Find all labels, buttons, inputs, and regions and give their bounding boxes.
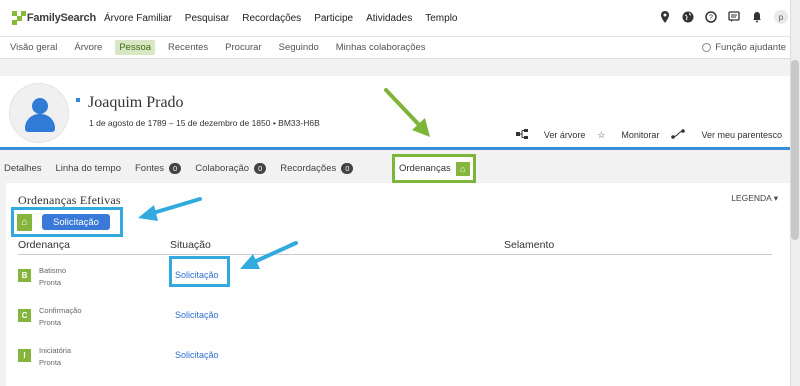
page-scrollbar[interactable] (790, 0, 800, 386)
helper-icon (702, 43, 712, 52)
legend-label: LEGENDA (731, 193, 772, 203)
nav-recordacoes[interactable]: Recordações (242, 13, 301, 24)
ordinance-name: Confirmação (39, 306, 82, 315)
person-card: Joaquim Prado 1 de agosto de 1789 – 15 d… (0, 76, 800, 150)
section-title: Ordenanças Efetivas (18, 193, 121, 207)
col-situacao: Situação (170, 239, 211, 251)
subnav-recentes[interactable]: Recentes (164, 40, 212, 55)
view-tree-link[interactable]: Ver árvore (515, 129, 586, 141)
person-vitals: 1 de agosto de 1789 – 15 de dezembro de … (89, 118, 320, 128)
nav-templo[interactable]: Templo (425, 13, 457, 24)
portrait-head (32, 98, 48, 114)
top-icons: ? p (649, 10, 788, 24)
ordinance-status: Pronta (39, 278, 62, 287)
table-row: C Confirmação Pronta Solicitação (18, 306, 772, 340)
ordinance-status: Pronta (39, 318, 62, 327)
nav-participe[interactable]: Participe (314, 13, 353, 24)
tab-label: Fontes (135, 162, 165, 174)
helper-label: Função ajudante (715, 42, 786, 53)
tab-label: Ordenanças (399, 163, 451, 174)
person-actions: Ver árvore ☆ Monitorar Ver meu parentesc… (504, 129, 782, 141)
ordinance-status: Pronta (39, 358, 62, 367)
tree-subnav: Visão geral Árvore Pessoa Recentes Procu… (0, 37, 800, 59)
location-pin-icon[interactable] (658, 10, 672, 24)
count-badge: 0 (254, 162, 267, 174)
helper-function-link[interactable]: Função ajudante (702, 42, 786, 53)
nav-arvore-familiar[interactable]: Árvore Familiar (104, 13, 172, 24)
header-divider (18, 254, 772, 255)
subnav-procurar[interactable]: Procurar (221, 40, 265, 55)
count-badge: 0 (169, 162, 182, 174)
caret-down-icon: ▾ (773, 193, 778, 203)
tab-detalhes[interactable]: Detalhes (4, 163, 42, 174)
monitor-label: Monitorar (621, 130, 660, 140)
relationship-icon (671, 129, 686, 141)
familysearch-logo[interactable]: FamilySearch (12, 11, 96, 25)
request-link[interactable]: Solicitação (175, 350, 219, 360)
highlight-box (169, 256, 230, 287)
tab-label: Detalhes (4, 162, 42, 174)
subnav-seguindo[interactable]: Seguindo (275, 40, 323, 55)
tab-ordenancas[interactable]: Ordenanças ⌂ (392, 154, 476, 183)
ordinances-panel: Ordenanças Efetivas LEGENDA ▾ ⌂ Solicita… (6, 183, 790, 386)
globe-icon[interactable] (681, 10, 695, 24)
tab-label: Recordações (280, 162, 337, 174)
relationship-link[interactable]: Ver meu parentesco (671, 129, 782, 141)
tab-linha-do-tempo[interactable]: Linha do tempo (56, 163, 122, 174)
tree-view-icon (515, 129, 528, 141)
nav-pesquisar[interactable]: Pesquisar (185, 13, 229, 24)
person-portrait[interactable] (9, 83, 69, 143)
tab-recordacoes[interactable]: Recordações 0 (280, 162, 354, 174)
legend-dropdown[interactable]: LEGENDA ▾ (731, 193, 778, 204)
main-nav: Árvore Familiar Pesquisar Recordações Pa… (104, 13, 470, 24)
ordinance-name: Iniciatória (39, 346, 72, 355)
person-name: Joaquim Prado (88, 94, 184, 111)
monitor-link[interactable]: ☆ Monitorar (597, 129, 659, 141)
tab-fontes[interactable]: Fontes 0 (135, 162, 182, 174)
col-ordenanca: Ordenança (18, 239, 70, 251)
tab-label: Colaboração (195, 162, 250, 174)
subnav-pessoa[interactable]: Pessoa (115, 40, 156, 55)
request-box: ⌂ Solicitação (11, 207, 123, 237)
subnav-visao-geral[interactable]: Visão geral (6, 40, 61, 55)
table-row: B Batismo Pronta Solicitação (18, 266, 772, 300)
scroll-thumb[interactable] (791, 60, 799, 240)
ordinance-letter-icon: B (18, 269, 31, 282)
top-nav-bar: FamilySearch Árvore Familiar Pesquisar R… (0, 0, 800, 37)
star-icon: ☆ (597, 129, 606, 140)
count-badge: 0 (341, 162, 354, 174)
request-button[interactable]: Solicitação (42, 214, 110, 230)
logo-text: FamilySearch (26, 12, 96, 24)
relationship-label: Ver meu parentesco (701, 130, 782, 140)
temple-icon: ⌂ (455, 161, 470, 176)
ordinance-name: Batismo (39, 266, 67, 275)
temple-icon: ⌂ (17, 213, 32, 231)
tree-logo-icon (12, 11, 26, 25)
help-icon[interactable]: ? (704, 10, 718, 24)
bell-icon[interactable] (750, 10, 764, 24)
tab-label: Linha do tempo (55, 162, 122, 174)
ordinance-letter-icon: I (18, 349, 31, 362)
subnav-arvore[interactable]: Árvore (70, 40, 106, 55)
subnav-minhas-colaboracoes[interactable]: Minhas colaborações (332, 40, 430, 55)
user-avatar[interactable]: p (774, 10, 788, 24)
ordinance-letter-icon: C (18, 309, 31, 322)
nav-atividades[interactable]: Atividades (366, 13, 412, 24)
table-row: I Iniciatória Pronta Solicitação (18, 346, 772, 380)
tab-colaboracao[interactable]: Colaboração 0 (195, 162, 267, 174)
view-tree-label: Ver árvore (543, 130, 586, 140)
gender-male-icon (76, 98, 80, 102)
messages-icon[interactable] (727, 10, 741, 24)
col-selamento: Selamento (504, 239, 555, 251)
svg-text:?: ? (709, 15, 713, 22)
portrait-body (25, 114, 55, 132)
request-link[interactable]: Solicitação (175, 310, 219, 320)
